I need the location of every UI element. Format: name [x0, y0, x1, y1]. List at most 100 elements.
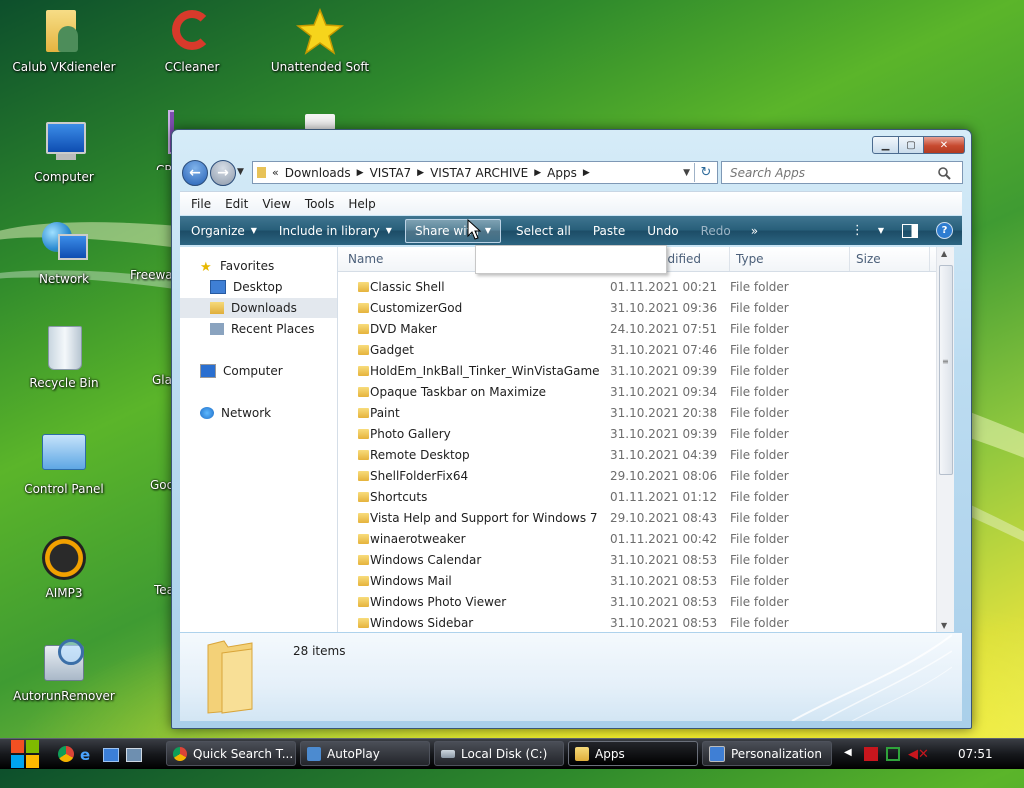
paste-button[interactable]: Paste [584, 220, 634, 242]
desktop-icon-gla-partial[interactable]: Gla [152, 373, 172, 387]
file-row[interactable]: Windows Photo Viewer 31.10.2021 08:53 File… [338, 592, 938, 613]
file-row[interactable]: ShellFolderFix64 29.10.2021 08:06 File fol… [338, 466, 938, 487]
desktop-icon-calub[interactable]: Calub VKdieneler [9, 8, 119, 74]
column-size[interactable]: Size [850, 247, 930, 271]
desktop-icon-recycle-bin[interactable]: Recycle Bin [9, 324, 119, 390]
redo-button[interactable]: Redo [692, 220, 740, 242]
file-row[interactable]: Remote Desktop 31.10.2021 04:39 File folde… [338, 445, 938, 466]
scroll-down-icon[interactable]: ▼ [941, 621, 947, 630]
desktop-icon-unattended-soft[interactable]: Unattended Soft [265, 7, 375, 74]
nav-network[interactable]: Network [180, 403, 337, 423]
show-desktop-icon[interactable] [103, 748, 119, 762]
breadcrumb-downloads[interactable]: Downloads [285, 166, 351, 180]
taskbar-item-autoplay[interactable]: AutoPlay [300, 741, 430, 766]
desktop-icon-computer[interactable]: Computer [9, 118, 119, 184]
taskbar-item-local-disk[interactable]: Local Disk (C:) [434, 741, 564, 766]
file-row[interactable]: Paint 31.10.2021 20:38 File folder [338, 403, 938, 424]
menu-file[interactable]: File [184, 197, 218, 211]
file-row[interactable]: Opaque Taskbar on Maximize 31.10.2021 09:… [338, 382, 938, 403]
column-type[interactable]: Type [730, 247, 850, 271]
preview-pane-icon[interactable] [893, 220, 927, 242]
desktop-icon-aimp3[interactable]: AIMP3 [9, 534, 119, 600]
select-all-button[interactable]: Select all [507, 220, 580, 242]
clock[interactable]: 07:51 [958, 747, 993, 761]
action-center-flag-icon[interactable] [864, 747, 878, 761]
file-row[interactable]: HoldEm_InkBall_Tinker_WinVistaGames_... 3… [338, 361, 938, 382]
search-input[interactable] [728, 164, 937, 181]
taskbar-item-personalization[interactable]: Personalization [702, 741, 832, 766]
search-box[interactable] [721, 161, 963, 184]
file-row[interactable]: Shortcuts 01.11.2021 01:12 File folder [338, 487, 938, 508]
explorer-window[interactable]: ▁ ▢ ✕ ← → ▼ « Downloads ▶ VISTA7 ▶ VISTA… [171, 129, 972, 729]
recent-pages-dropdown-icon[interactable]: ▼ [237, 167, 244, 177]
menu-view[interactable]: View [255, 197, 297, 211]
network-tray-icon[interactable] [886, 747, 900, 761]
file-row[interactable]: Windows Sidebar 31.10.2021 08:53 File fold… [338, 613, 938, 632]
back-button[interactable]: ← [182, 160, 208, 186]
switch-windows-icon[interactable] [126, 748, 142, 762]
menu-edit[interactable]: Edit [218, 197, 255, 211]
scroll-thumb[interactable] [939, 265, 953, 475]
file-row[interactable]: Windows Mail 31.10.2021 08:53 File folder [338, 571, 938, 592]
nav-computer[interactable]: Computer [180, 361, 337, 381]
file-row[interactable]: winaerotweaker 01.11.2021 00:42 File folde… [338, 529, 938, 550]
nav-desktop[interactable]: Desktop [180, 277, 337, 297]
tray-expand-icon[interactable]: ◀ [844, 747, 852, 758]
scroll-up-icon[interactable]: ▲ [941, 249, 947, 258]
folder-icon [358, 282, 369, 292]
taskbar-item-quick-search[interactable]: Quick Search T... [166, 741, 296, 766]
breadcrumb-separator-icon[interactable]: ▶ [583, 168, 590, 178]
breadcrumb-vista7-archive[interactable]: VISTA7 ARCHIVE [430, 166, 528, 180]
file-row[interactable]: CustomizerGod 31.10.2021 09:36 File folder [338, 298, 938, 319]
desktop-icon-freewar-partial[interactable]: Freewar [130, 268, 172, 282]
view-options-icon[interactable]: ⋮ ▼ [842, 220, 893, 242]
nav-favorites[interactable]: ★ Favorites [200, 256, 337, 276]
breadcrumb-separator-icon[interactable]: ▶ [357, 168, 364, 178]
minimize-button[interactable]: ▁ [872, 136, 899, 154]
file-row[interactable]: Gadget 31.10.2021 07:46 File folder [338, 340, 938, 361]
search-icon[interactable] [937, 166, 951, 180]
refresh-icon[interactable]: ↻ [694, 163, 717, 182]
breadcrumb-vista7[interactable]: VISTA7 [370, 166, 412, 180]
file-row[interactable]: Classic Shell 01.11.2021 00:21 File folder [338, 277, 938, 298]
file-date: 31.10.2021 09:39 [610, 427, 718, 441]
nav-downloads[interactable]: Downloads [180, 298, 337, 318]
help-icon[interactable]: ? [927, 220, 962, 242]
chrome-icon[interactable] [58, 746, 74, 762]
desktop-icon-goo-partial[interactable]: Goo [150, 478, 172, 492]
volume-muted-icon[interactable]: ◀✕ [908, 747, 929, 762]
desktop-icon-network[interactable]: Network [9, 220, 119, 286]
file-row[interactable]: Vista Help and Support for Windows 7 - F… [338, 508, 938, 529]
address-bar[interactable]: « Downloads ▶ VISTA7 ▶ VISTA7 ARCHIVE ▶ … [252, 161, 718, 184]
breadcrumb-separator-icon[interactable]: ▶ [417, 168, 424, 178]
desktop-icon-ccleaner[interactable]: CCleaner [137, 8, 247, 74]
chevron-down-icon: ▼ [250, 226, 257, 235]
nav-recent-places[interactable]: Recent Places [180, 319, 337, 339]
maximize-button[interactable]: ▢ [899, 136, 924, 154]
breadcrumb-overflow-icon[interactable]: « [272, 166, 279, 179]
desktop-icon-cp-partial[interactable]: CP [140, 110, 174, 170]
desktop-icon-control-panel[interactable]: Control Panel [9, 430, 119, 496]
undo-button[interactable]: Undo [638, 220, 687, 242]
file-row[interactable]: Windows Calendar 31.10.2021 08:53 File fol… [338, 550, 938, 571]
breadcrumb-separator-icon[interactable]: ▶ [534, 168, 541, 178]
more-commands-button[interactable]: » [742, 220, 767, 242]
forward-button[interactable]: → [210, 160, 236, 186]
desktop-icon-autorunremover[interactable]: AutorunRemover [9, 637, 119, 703]
file-row[interactable]: DVD Maker 24.10.2021 07:51 File folder [338, 319, 938, 340]
organize-button[interactable]: Organize ▼ [182, 220, 266, 242]
menu-tools[interactable]: Tools [298, 197, 342, 211]
share-with-button[interactable]: Share with ▼ [404, 218, 501, 243]
start-button[interactable] [8, 739, 44, 769]
address-dropdown-icon[interactable]: ▼ [683, 168, 690, 178]
file-row[interactable]: Photo Gallery 31.10.2021 09:39 File folder [338, 424, 938, 445]
breadcrumb-apps[interactable]: Apps [547, 166, 577, 180]
file-list[interactable]: Name Date modified Type Size Classic She… [338, 247, 954, 632]
desktop-icon-tea-partial[interactable]: Tea [154, 583, 172, 597]
internet-explorer-icon[interactable]: e [80, 746, 96, 764]
include-in-library-button[interactable]: Include in library ▼ [270, 220, 401, 242]
vertical-scrollbar[interactable]: ▲ ≡ ▼ [936, 247, 954, 632]
menu-help[interactable]: Help [341, 197, 382, 211]
close-button[interactable]: ✕ [924, 136, 965, 154]
taskbar-item-apps[interactable]: Apps [568, 741, 698, 766]
